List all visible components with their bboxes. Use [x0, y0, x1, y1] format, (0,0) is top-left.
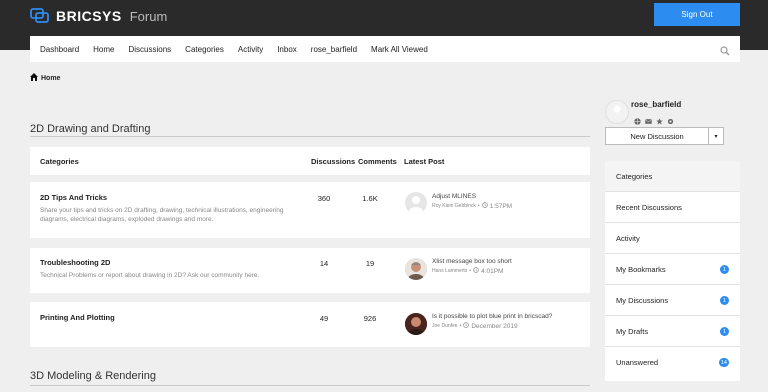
section-title-3d[interactable]: 3D Modeling & Rendering: [30, 370, 156, 382]
discussion-count: 14: [319, 259, 329, 268]
category-table-header: Categories Discussions Comments Latest P…: [30, 147, 590, 175]
latest-post-time: 1:57PM: [489, 202, 513, 210]
nav-activity[interactable]: Activity: [238, 45, 263, 54]
latest-post-meta: Roy Klein Gebbinck • 1:57PM: [432, 202, 512, 210]
globe-icon[interactable]: [634, 112, 641, 125]
latest-post-author[interactable]: Roy Klein Gebbinck: [432, 203, 476, 209]
latest-post-time: December 2019: [471, 322, 518, 330]
brand-name: BRICSYS: [56, 8, 122, 24]
clock-icon: [463, 322, 470, 330]
section-divider: [30, 385, 590, 386]
separator: •: [477, 203, 480, 209]
sidebar-item-recent-discussions[interactable]: Recent Discussions: [605, 192, 740, 223]
sidebar-username[interactable]: rose_barfield: [631, 100, 681, 109]
nav-home[interactable]: Home: [93, 45, 114, 54]
latest-post-author[interactable]: Hans Lammerts: [432, 268, 467, 274]
category-row[interactable]: Troubleshooting 2D Technical Problems or…: [30, 248, 590, 293]
user-avatar[interactable]: [605, 100, 629, 124]
latest-post-time: 4:01PM: [481, 267, 504, 275]
sidebar-item-label: Categories: [616, 171, 653, 181]
comment-count: 926: [363, 314, 377, 323]
section-title-2d: 2D Drawing and Drafting: [30, 123, 151, 135]
sign-out-button[interactable]: Sign Out: [654, 3, 740, 26]
count-badge: 14: [718, 358, 729, 367]
discussion-count: 49: [319, 314, 329, 323]
nav-dashboard[interactable]: Dashboard: [40, 45, 79, 54]
col-latest-post: Latest Post: [404, 157, 445, 166]
latest-post-meta: Hans Lammerts • 4:01PM: [432, 267, 503, 275]
nav-profile[interactable]: rose_barfield: [311, 45, 357, 54]
nav-mark-all-viewed[interactable]: Mark All Viewed: [371, 45, 428, 54]
col-discussions: Discussions: [311, 157, 356, 166]
latest-post-title[interactable]: Xlist message box too short: [432, 258, 512, 265]
comment-count: 1.6K: [362, 194, 378, 203]
logo[interactable]: BRICSYS Forum: [30, 8, 167, 24]
nav-categories[interactable]: Categories: [185, 45, 224, 54]
breadcrumb[interactable]: Home: [30, 73, 60, 83]
latest-post-title[interactable]: Is it possible to plot blue print in bri…: [432, 313, 552, 320]
new-discussion-split-button: New Discussion ▾: [605, 127, 724, 145]
count-badge: 1: [720, 327, 729, 336]
search-icon[interactable]: [720, 43, 730, 61]
home-icon: [30, 73, 38, 83]
user-meta-icons: [634, 112, 674, 125]
count-badge: 1: [720, 296, 729, 305]
mail-icon[interactable]: [645, 112, 652, 124]
latest-post-meta: Joe Dunfee • December 2019: [432, 322, 518, 330]
new-discussion-button[interactable]: New Discussion: [606, 128, 710, 144]
category-description: Technical Problems or report about drawi…: [40, 272, 260, 279]
nav-inbox[interactable]: Inbox: [277, 45, 297, 54]
sidebar-item-my-drafts[interactable]: My Drafts 1: [605, 316, 740, 347]
nav-discussions[interactable]: Discussions: [128, 45, 171, 54]
sidebar-item-label: My Discussions: [616, 295, 669, 305]
sidebar-item-label: My Bookmarks: [616, 264, 666, 274]
clock-icon: [481, 202, 488, 210]
sidebar-item-label: Recent Discussions: [616, 202, 682, 212]
breadcrumb-home[interactable]: Home: [41, 75, 60, 82]
main-nav: Dashboard Home Discussions Categories Ac…: [30, 36, 740, 62]
section-divider: [30, 136, 590, 137]
star-icon[interactable]: [656, 112, 663, 125]
category-name[interactable]: 2D Tips And Tricks: [40, 193, 107, 202]
sidebar-item-unanswered[interactable]: Unanswered 14: [605, 347, 740, 378]
chat-bubble-logo-icon: [30, 8, 50, 24]
count-badge: 1: [720, 265, 729, 274]
col-comments: Comments: [358, 157, 397, 166]
category-row[interactable]: Printing And Plotting 49 926 Is it possi…: [30, 302, 590, 347]
separator: •: [469, 268, 472, 274]
sidebar-item-my-bookmarks[interactable]: My Bookmarks 1: [605, 254, 740, 285]
sidebar-item-label: My Drafts: [616, 326, 649, 336]
category-description: Share your tips and tricks on 2D draftin…: [40, 207, 284, 223]
sidebar-item-my-discussions[interactable]: My Discussions 1: [605, 285, 740, 316]
avatar[interactable]: [405, 258, 427, 280]
gear-icon[interactable]: [667, 112, 674, 125]
discussion-count: 360: [317, 194, 331, 203]
avatar[interactable]: [405, 313, 427, 335]
clock-icon: [473, 267, 479, 275]
category-row[interactable]: 2D Tips And Tricks Share your tips and t…: [30, 182, 590, 238]
sidebar-item-activity[interactable]: Activity: [605, 223, 740, 254]
comment-count: 19: [365, 259, 375, 268]
chevron-down-icon[interactable]: ▾: [709, 128, 723, 144]
sidebar-item-label: Activity: [616, 233, 640, 243]
separator: •: [459, 323, 462, 329]
brand-product: Forum: [129, 8, 168, 24]
sidebar-item-categories[interactable]: Categories: [605, 161, 740, 192]
col-categories: Categories: [40, 157, 79, 166]
latest-post-author[interactable]: Joe Dunfee: [432, 323, 458, 329]
avatar[interactable]: [405, 192, 427, 214]
sidebar-menu: Categories Recent Discussions Activity M…: [605, 161, 740, 381]
category-name[interactable]: Troubleshooting 2D: [40, 258, 110, 267]
sidebar-item-label: Unanswered: [616, 358, 659, 367]
latest-post-title[interactable]: Adjust MLINES: [432, 193, 476, 200]
category-name[interactable]: Printing And Plotting: [40, 313, 115, 322]
